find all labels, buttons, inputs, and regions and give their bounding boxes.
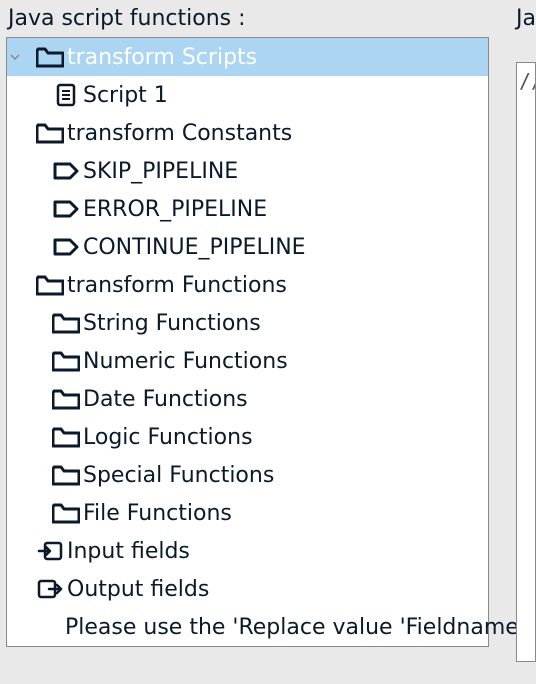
functions-tree: transform Scripts Script 1 xyxy=(6,37,489,647)
tag-icon xyxy=(51,199,81,219)
tree-item-label: transform Functions xyxy=(65,273,287,298)
tree-item-label: Date Functions xyxy=(81,387,248,412)
tree-item-label: Special Functions xyxy=(81,463,274,488)
tree-item-label: Logic Functions xyxy=(81,425,253,450)
tree-item-transform-scripts[interactable]: transform Scripts xyxy=(7,38,488,76)
tree-item-numeric-functions[interactable]: Numeric Functions xyxy=(7,342,488,380)
chevron-down-icon[interactable] xyxy=(9,52,21,62)
tree-item-label: transform Constants xyxy=(65,121,292,146)
output-fields-hint: Please use the 'Replace value 'Fieldname xyxy=(7,608,488,646)
tree-item-transform-constants[interactable]: transform Constants xyxy=(7,114,488,152)
tree-item-skip-pipeline[interactable]: SKIP_PIPELINE xyxy=(7,152,488,190)
tree-item-label: SKIP_PIPELINE xyxy=(81,159,238,184)
output-icon xyxy=(35,577,65,601)
tag-icon xyxy=(51,161,81,181)
second-panel-title: Ja xyxy=(516,6,536,31)
tree-item-label: String Functions xyxy=(81,311,261,336)
tree-item-output-fields[interactable]: Output fields xyxy=(7,570,488,608)
folder-icon xyxy=(51,350,81,372)
folder-icon xyxy=(51,502,81,524)
folder-icon xyxy=(51,464,81,486)
tree-item-label: Input fields xyxy=(65,539,190,564)
folder-icon xyxy=(35,46,65,68)
tree-item-file-functions[interactable]: File Functions xyxy=(7,494,488,532)
tree-item-script-1[interactable]: Script 1 xyxy=(7,76,488,114)
tree-item-label: CONTINUE_PIPELINE xyxy=(81,235,306,260)
tree-item-special-functions[interactable]: Special Functions xyxy=(7,456,488,494)
folder-icon xyxy=(51,388,81,410)
tree-item-label: transform Scripts xyxy=(65,45,257,70)
folder-icon xyxy=(51,426,81,448)
tree-item-logic-functions[interactable]: Logic Functions xyxy=(7,418,488,456)
tree-item-label: Output fields xyxy=(65,577,209,602)
script-icon xyxy=(51,83,81,107)
tree-item-input-fields[interactable]: Input fields xyxy=(7,532,488,570)
script-editor[interactable]: // xyxy=(516,62,536,662)
tree-item-string-functions[interactable]: String Functions xyxy=(7,304,488,342)
input-icon xyxy=(35,539,65,563)
panel-title: Java script functions : xyxy=(8,6,536,31)
folder-icon xyxy=(35,274,65,296)
tree-item-label: Script 1 xyxy=(81,83,168,108)
tree-item-label: ERROR_PIPELINE xyxy=(81,197,267,222)
tree-item-date-functions[interactable]: Date Functions xyxy=(7,380,488,418)
tree-item-transform-functions[interactable]: transform Functions xyxy=(7,266,488,304)
tree-item-continue-pipeline[interactable]: CONTINUE_PIPELINE xyxy=(7,228,488,266)
tree-item-error-pipeline[interactable]: ERROR_PIPELINE xyxy=(7,190,488,228)
folder-icon xyxy=(51,312,81,334)
tag-icon xyxy=(51,237,81,257)
editor-line: // xyxy=(519,67,535,96)
tree-item-label: Numeric Functions xyxy=(81,349,288,374)
tree-item-label: File Functions xyxy=(81,501,232,526)
folder-icon xyxy=(35,122,65,144)
